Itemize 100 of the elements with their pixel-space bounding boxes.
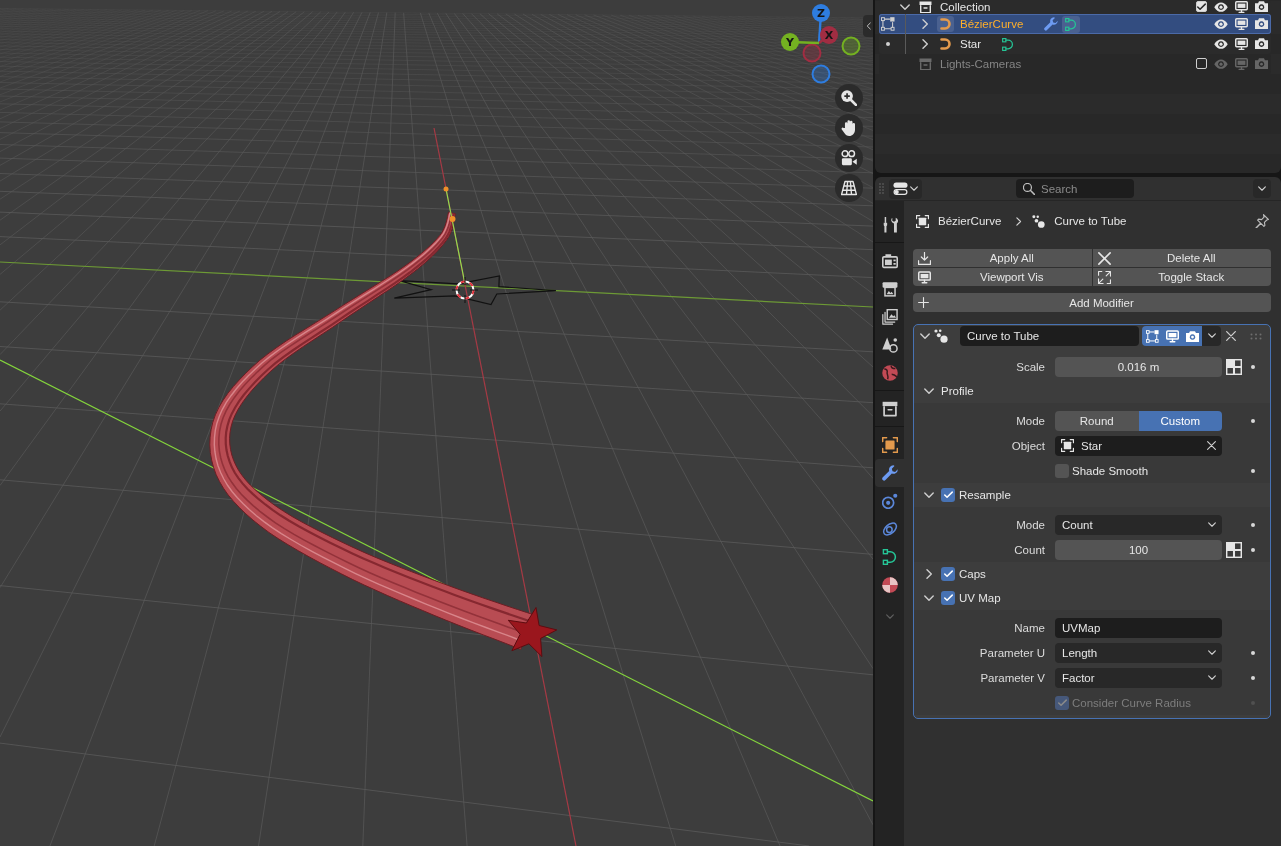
viewport-toggle[interactable] [1162, 326, 1182, 346]
delete-button[interactable]: Delete All [1092, 249, 1271, 267]
apply-button[interactable]: Apply All [913, 249, 1092, 267]
axis-ring[interactable] [811, 64, 831, 84]
drag-handle-icon[interactable] [1250, 332, 1262, 340]
render-toggle[interactable] [1182, 326, 1202, 346]
monitor-icon[interactable] [1234, 0, 1248, 14]
toggle-switch-icon [893, 182, 908, 195]
dropdown-button[interactable] [1253, 179, 1271, 198]
exclude-checkbox[interactable] [1195, 1, 1207, 13]
cursor-icon [451, 276, 479, 304]
checkbox-label: Consider Curve Radius [1072, 696, 1191, 709]
field-label: Mode [1016, 518, 1045, 531]
table-icon[interactable] [1226, 541, 1242, 558]
checkmark-icon [1196, 3, 1206, 11]
name-field[interactable]: Curve to Tube [960, 326, 1139, 346]
monitor-icon[interactable] [1234, 37, 1248, 51]
curve-icon[interactable] [939, 38, 951, 50]
dot-icon[interactable] [1251, 468, 1255, 473]
axis-ring[interactable] [802, 43, 822, 63]
chevron-left-icon[interactable] [863, 15, 873, 37]
edit-mode-toggle[interactable] [1142, 326, 1162, 346]
subpanel-title[interactable]: Profile [941, 385, 974, 397]
chevron-right-icon[interactable] [921, 39, 929, 49]
segment-button[interactable]: Custom [1138, 410, 1222, 431]
orbit-icon [881, 521, 898, 537]
checkmark-icon [943, 594, 953, 602]
subpanel-title[interactable]: UV Map [959, 592, 1001, 604]
editor-type-button[interactable] [889, 178, 922, 199]
sphere-icon [881, 577, 898, 593]
toggle-stack-button[interactable]: Toggle Stack [1092, 268, 1271, 286]
subpanel-title[interactable]: Caps [959, 568, 986, 580]
box-icon [881, 401, 898, 417]
add-modifier-button[interactable]: Add Modifier [913, 293, 1271, 312]
chevron-down-icon [910, 185, 918, 192]
curve-icon[interactable] [1062, 15, 1081, 33]
star-shape [507, 607, 558, 658]
dropdown[interactable]: Length [1055, 642, 1222, 663]
shapes-icon [881, 337, 898, 353]
search-field[interactable]: Search [1016, 179, 1134, 198]
dots-icon [934, 329, 948, 343]
dot-icon[interactable] [1251, 675, 1255, 680]
dot-icon[interactable] [1251, 547, 1255, 552]
camera-icon[interactable] [1254, 1, 1268, 13]
curve-icon[interactable] [936, 16, 954, 32]
pin-icon[interactable] [1255, 214, 1269, 228]
drag-handle-icon[interactable] [879, 183, 884, 194]
dot-icon[interactable] [1251, 522, 1255, 527]
images-icon [881, 309, 898, 325]
field-label: Object [1011, 439, 1045, 452]
video-camera-icon [841, 150, 857, 166]
subpanel-title[interactable]: Resample [959, 489, 1011, 501]
checkbox[interactable] [941, 567, 955, 581]
search-icon [1023, 182, 1035, 195]
eye-icon[interactable] [1214, 18, 1228, 30]
close-icon[interactable] [1226, 331, 1236, 341]
axis-ring[interactable] [841, 36, 861, 56]
segment-button[interactable]: Round [1055, 410, 1139, 431]
dot-icon[interactable] [1251, 650, 1255, 655]
chevron-down-icon [1208, 674, 1216, 681]
edit-mode-icon[interactable] [881, 17, 895, 31]
wrench-icon[interactable] [1044, 17, 1059, 31]
close-icon[interactable] [1207, 441, 1216, 450]
checkbox[interactable] [941, 591, 955, 605]
table-icon[interactable] [1226, 358, 1242, 375]
outliner-row[interactable]: Lights-Cameras [879, 54, 1271, 74]
dots-icon [1032, 214, 1046, 228]
eye-icon[interactable] [1214, 1, 1228, 13]
text-field[interactable]: UVMap [1055, 617, 1222, 638]
curve-icon[interactable] [1002, 37, 1015, 51]
breadcrumb-item: Curve to Tube [1054, 215, 1127, 227]
field-label: Count [1014, 543, 1045, 556]
close-icon [1097, 251, 1111, 265]
object-field[interactable]: Star [1055, 435, 1222, 456]
dropdown[interactable]: Count [1055, 514, 1222, 535]
visibility-button[interactable]: Viewport Vis [913, 268, 1092, 286]
plus-icon [918, 297, 929, 308]
camera-icon[interactable] [1254, 38, 1268, 50]
axis-handle[interactable]: Y [781, 33, 820, 51]
dropdown[interactable]: Factor [1055, 667, 1222, 688]
monitor-icon[interactable] [1234, 17, 1248, 31]
chevron-down-icon [1207, 333, 1216, 339]
expand-icon [1097, 270, 1111, 284]
number-field[interactable]: 0.016 m [1055, 356, 1222, 377]
dot-icon[interactable] [1251, 418, 1255, 423]
camera-icon[interactable] [1254, 18, 1268, 30]
number-field[interactable]: 100 [1055, 539, 1222, 560]
checkbox[interactable] [941, 488, 955, 502]
monitor-icon [1165, 329, 1179, 343]
dot-icon[interactable] [886, 42, 890, 46]
outliner-row[interactable]: BézierCurve [879, 14, 1271, 34]
exclude-checkbox[interactable] [1195, 58, 1207, 70]
dot-icon[interactable] [1251, 364, 1255, 369]
chevron-right-icon[interactable] [921, 19, 929, 29]
chevron-right-icon[interactable] [925, 569, 933, 579]
properties-tab[interactable] [875, 459, 904, 487]
monitor-icon [918, 270, 931, 284]
eye-icon[interactable] [1214, 38, 1228, 50]
dropdown-button[interactable] [1202, 326, 1221, 346]
checkbox[interactable] [1055, 463, 1069, 478]
